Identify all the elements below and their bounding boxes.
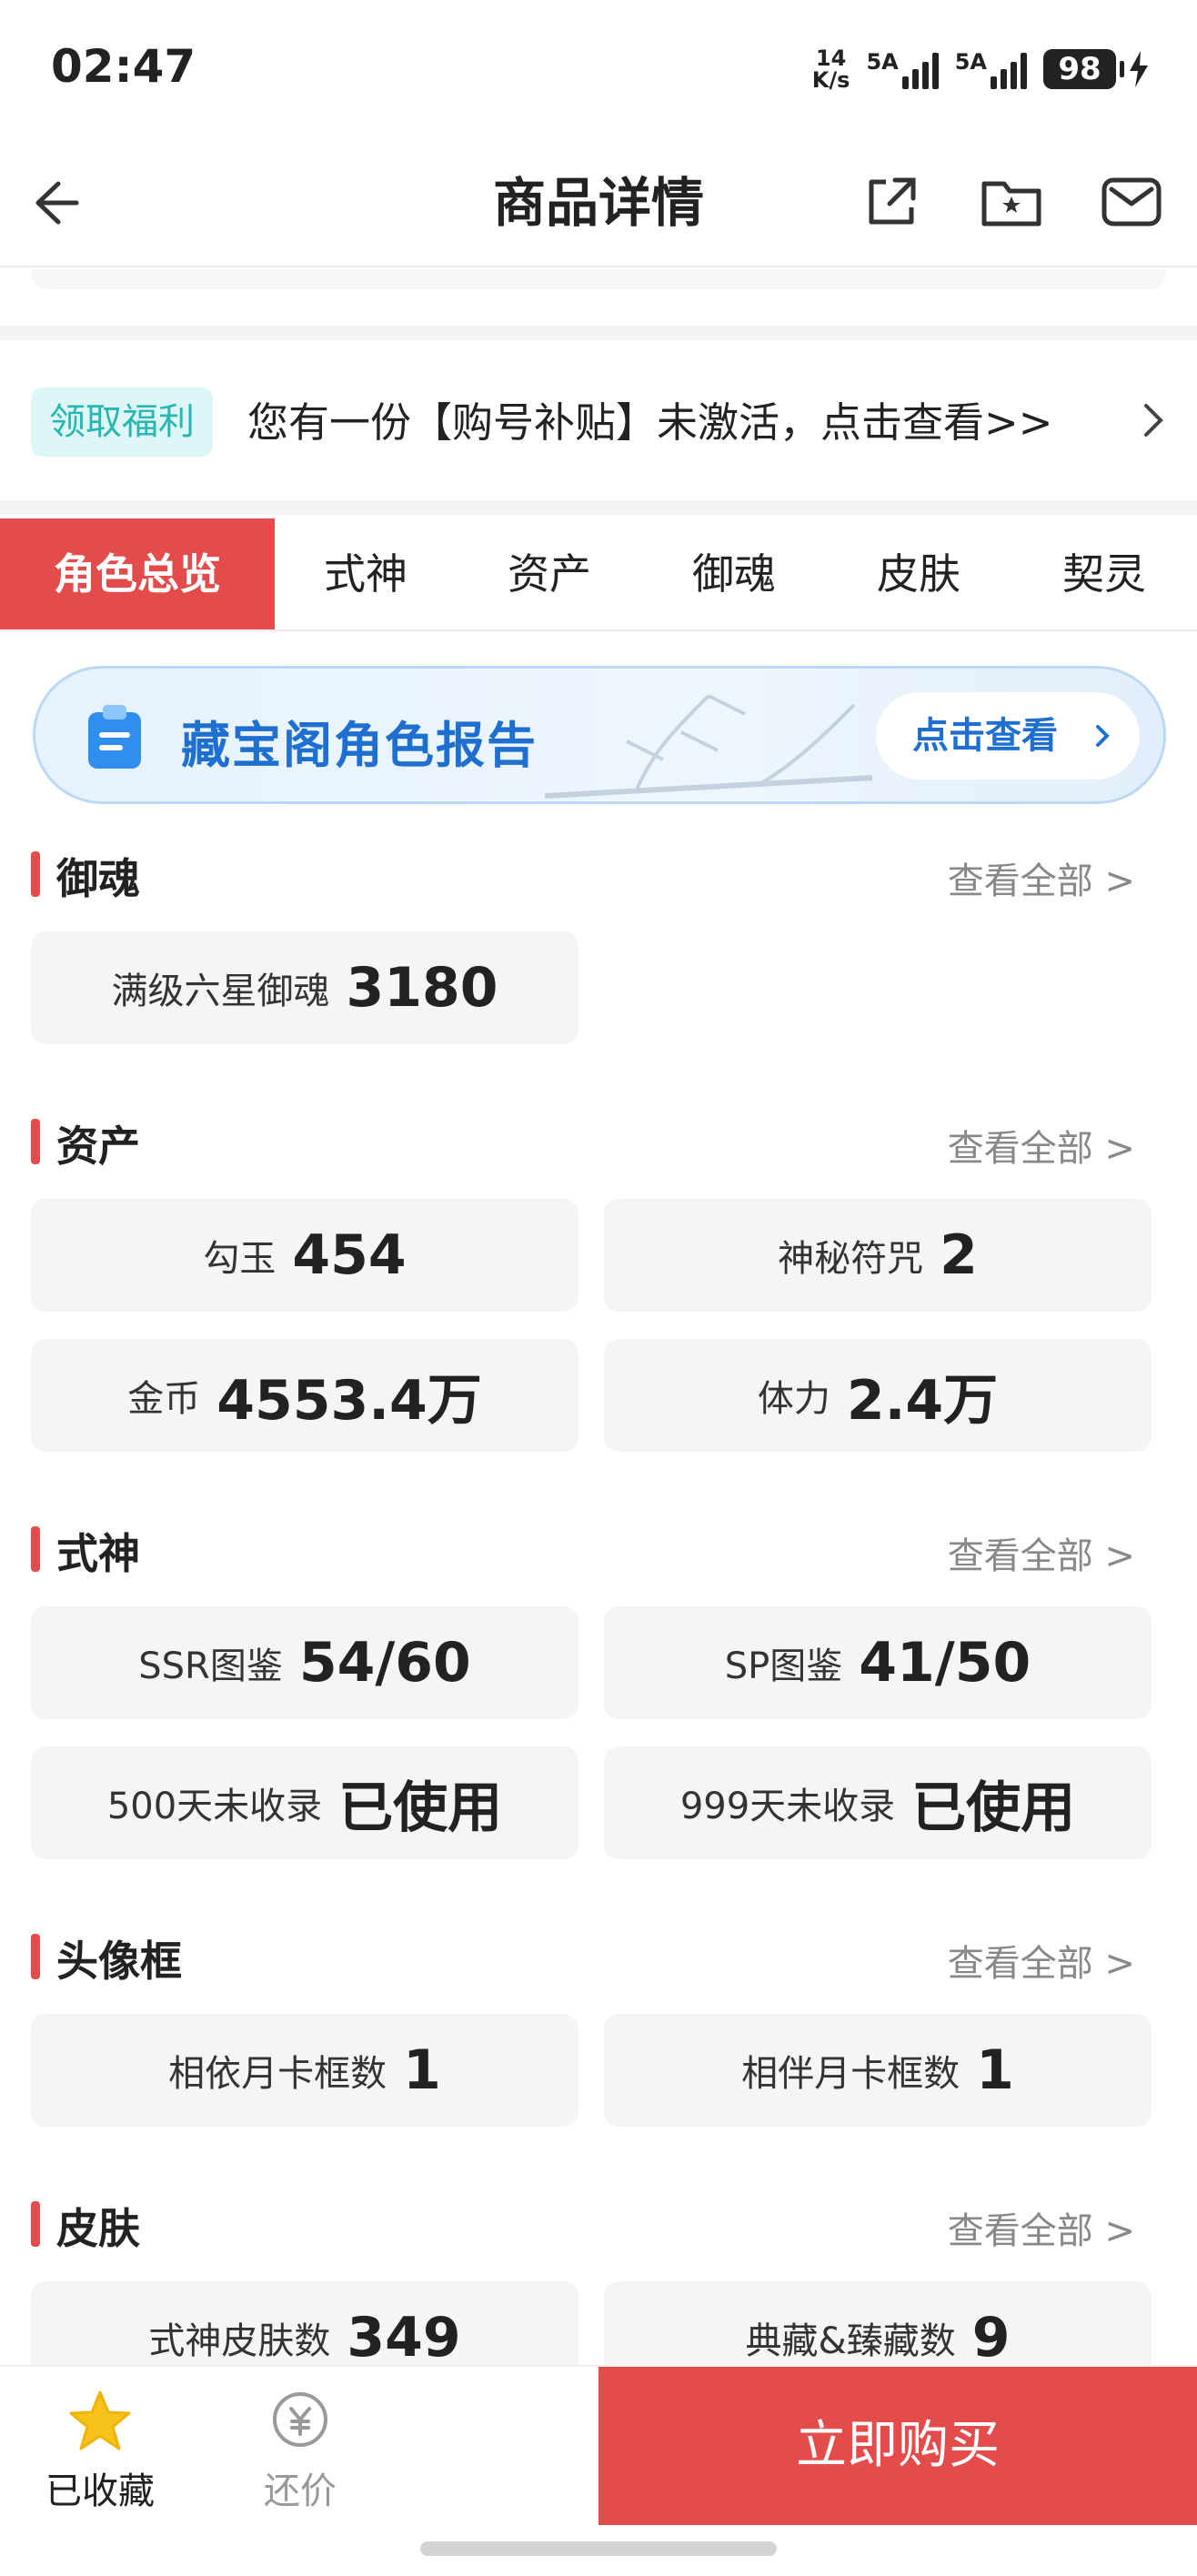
report-title: 藏宝阁角色报告 [181,717,538,774]
status-time: 02:47 [51,40,196,93]
signal-icon: 5A [866,49,939,89]
benefit-tag: 领取福利 [31,387,213,457]
home-indicator[interactable] [420,2541,777,2556]
section-frames: 头像框 查看全部 > 相依月卡框数 1 相伴月卡框数 1 [0,1914,1197,2127]
charging-icon [1130,51,1148,87]
report-view-button[interactable]: 点击查看 [876,692,1140,780]
tab-skins[interactable]: 皮肤 [826,518,1011,629]
section-shikigami: 式神 查看全部 > SSR图鉴 54/60 SP图鉴 41/50 500天未收录 已使… [0,1506,1197,1859]
stat-card: 999天未收录 已使用 [604,1746,1152,1859]
tab-shikigami[interactable]: 式神 [275,518,457,629]
stat-card: 典藏&臻藏数 9 [604,2281,1152,2365]
star-icon [69,2390,131,2450]
tab-overview[interactable]: 角色总览 [0,518,275,629]
stat-card: 500天未收录 已使用 [31,1746,578,1859]
stat-card: 相依月卡框数 1 [31,2014,578,2127]
status-icons: 14 K/s 5A 5A 98 [812,47,1150,91]
section-skins: 皮肤 查看全部 > 式神皮肤数 349 典藏&臻藏数 9 [0,2181,1197,2365]
stat-card: 满级六星御魂 3180 [31,931,578,1044]
stat-card: 相伴月卡框数 1 [604,2014,1152,2127]
section-title: 头像框 [56,1937,182,1986]
category-tabs: 角色总览 式神 资产 御魂 皮肤 契灵 [0,518,1197,631]
benefit-text: 您有一份【购号补贴】未激活，点击查看>> [247,398,1053,447]
section-title: 御魂 [56,854,140,903]
benefit-banner[interactable]: 领取福利 您有一份【购号补贴】未激活，点击查看>> [0,340,1197,500]
tab-contract[interactable]: 契灵 [1011,518,1197,629]
section-assets: 资产 查看全部 > 勾玉 454 神秘符咒 2 金币 4553.4万 体力 2.4万 [0,1099,1197,1452]
section-yuhun: 御魂 查看全部 > 满级六星御魂 3180 [0,831,1197,1044]
yen-bubble-icon [273,2392,327,2447]
nav-bar: 商品详情 [0,136,1197,267]
view-all-link[interactable]: 查看全部 > [948,1934,1135,1987]
report-clipboard-icon [88,705,141,769]
stat-card: 式神皮肤数 349 [31,2281,578,2365]
previous-card-edge [31,269,1166,289]
view-all-link[interactable]: 查看全部 > [948,851,1135,904]
role-report-banner[interactable]: 藏宝阁角色报告 点击查看 [33,666,1166,804]
bottom-action-bar: 已收藏 还价 立即购买 [0,2365,1197,2529]
status-bar: 02:47 14 K/s 5A 5A 98 [0,0,1197,136]
message-icon[interactable] [1099,169,1164,235]
signal-icon-2: 5A [955,49,1027,89]
tab-assets[interactable]: 资产 [457,518,642,629]
stat-card: 勾玉 454 [31,1199,578,1312]
tab-yuhun[interactable]: 御魂 [642,518,826,629]
buy-now-button[interactable]: 立即购买 [598,2367,1197,2525]
stat-card: SSR图鉴 54/60 [31,1606,578,1719]
net-speed: 14 K/s [811,45,850,93]
view-all-link[interactable]: 查看全部 > [948,1119,1135,1172]
view-all-link[interactable]: 查看全部 > [948,1526,1135,1579]
battery-icon: 98 [1043,49,1150,89]
chevron-right-icon [1096,725,1110,747]
view-all-link[interactable]: 查看全部 > [948,2201,1135,2254]
section-title: 皮肤 [56,2204,140,2253]
stat-card: SP图鉴 41/50 [604,1606,1152,1719]
stat-card: 体力 2.4万 [604,1339,1152,1452]
share-icon[interactable] [859,169,924,235]
section-title: 资产 [56,1122,140,1171]
chevron-right-icon [1144,404,1163,437]
content-scroll[interactable]: 领取福利 您有一份【购号补贴】未激活，点击查看>> 角色总览 式神 资产 御魂 … [0,269,1197,2365]
section-title: 式神 [56,1529,140,1578]
favorite-button[interactable]: 已收藏 [36,2389,164,2514]
stat-card: 神秘符咒 2 [604,1199,1152,1312]
stat-card: 金币 4553.4万 [31,1339,578,1452]
bargain-button[interactable]: 还价 [246,2389,355,2514]
bamboo-decoration [544,694,873,799]
collect-folder-icon[interactable] [979,169,1044,235]
